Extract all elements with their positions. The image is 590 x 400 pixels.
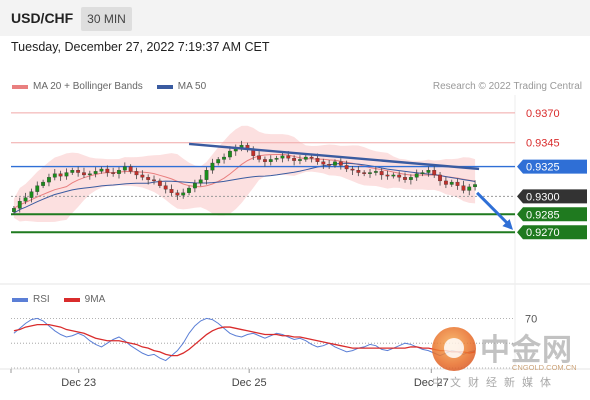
candle-body	[344, 165, 349, 170]
candle-body	[257, 155, 261, 160]
candle-body	[70, 170, 75, 173]
candle-body	[140, 174, 145, 178]
candle-body	[192, 183, 197, 189]
candle-body	[128, 166, 133, 172]
x-tick-label: Dec 23	[61, 377, 96, 389]
candle-body	[117, 170, 121, 174]
watermark-logo-icon	[432, 327, 476, 371]
candle-body	[35, 185, 40, 192]
candle-body	[379, 171, 384, 176]
candle-body	[222, 156, 226, 160]
candle-body	[58, 173, 63, 177]
x-tick-label: Dec 25	[232, 377, 267, 389]
level-tag-3: 0.9300	[517, 189, 587, 204]
candle-body	[268, 159, 273, 162]
candle-body	[239, 144, 244, 148]
candle-body	[111, 172, 116, 174]
candle-body	[198, 179, 203, 184]
candle-body	[292, 158, 297, 161]
candle-body	[321, 161, 326, 165]
candle-body	[467, 186, 472, 191]
level-tag-4: 0.9285	[517, 207, 587, 222]
candle-body	[303, 156, 308, 160]
candle-body	[169, 189, 174, 193]
candle-body	[443, 180, 448, 185]
candle-body	[403, 177, 407, 180]
candle-body	[286, 155, 291, 159]
candle-body	[175, 192, 180, 196]
candle-body	[298, 159, 302, 161]
candle-body	[391, 174, 396, 177]
watermark-subtitle: 中文财经新媒体	[432, 377, 558, 389]
candle-body	[23, 197, 28, 202]
candle-body	[368, 172, 372, 174]
candle-body	[373, 171, 378, 173]
candle-body	[350, 168, 355, 171]
level-tag-2: 0.9325	[517, 159, 587, 174]
level-tag-5: 0.9270	[517, 225, 587, 240]
candle-body	[12, 208, 16, 213]
candle-body	[204, 170, 209, 180]
candle-body	[438, 174, 442, 182]
candle-body	[426, 170, 431, 173]
watermark-url: CNGOLD.COM.CN	[512, 363, 577, 372]
candle-body	[251, 149, 256, 156]
candle-body	[216, 159, 221, 164]
projection-arrow-shaft	[476, 191, 512, 227]
candle-body	[338, 161, 343, 166]
candle-body	[87, 173, 92, 176]
candle-body	[414, 173, 419, 178]
candle-body	[163, 185, 168, 190]
candle-body	[93, 171, 98, 174]
candle-body	[41, 181, 46, 186]
candle-body	[461, 185, 466, 191]
candle-body	[17, 201, 22, 209]
candle-body	[274, 158, 279, 160]
rsi-series-9ma	[13, 323, 476, 357]
candle-body	[455, 181, 460, 186]
watermark-logo: 中金网 CNGOLD.COM.CN 中文财经新媒体	[432, 323, 590, 389]
candle-body	[362, 172, 367, 174]
candle-body	[385, 174, 390, 177]
candle-body	[181, 192, 186, 196]
candle-body	[122, 166, 127, 171]
candle-body	[449, 181, 454, 185]
rsi-series-rsi	[13, 317, 476, 362]
candle-body	[146, 177, 151, 180]
level-tag-label: 0.9270	[526, 227, 560, 239]
candle-body	[263, 159, 267, 162]
candle-body	[29, 191, 34, 198]
candle-body	[397, 174, 402, 178]
candle-body	[52, 173, 57, 178]
candle-body	[105, 168, 110, 173]
candle-body	[228, 150, 232, 158]
candle-body	[157, 180, 162, 186]
candle-body	[327, 164, 332, 166]
candle-body	[134, 171, 139, 176]
level-tag-label: 0.9300	[526, 191, 560, 203]
level-tag-label: 0.9325	[526, 162, 560, 174]
candle-body	[280, 155, 285, 159]
level-tag-1: 0.9345	[526, 138, 560, 150]
candle-body	[420, 172, 425, 174]
candle-body	[210, 162, 215, 171]
candle-body	[432, 170, 437, 176]
candle-body	[64, 172, 69, 177]
candle-body	[408, 177, 413, 180]
candle-body	[333, 161, 337, 166]
candle-body	[99, 168, 104, 172]
candle-body	[76, 170, 81, 173]
level-tag-label: 0.9285	[526, 209, 560, 221]
candle-body	[152, 179, 156, 182]
candle-body	[315, 158, 320, 162]
candle-body	[356, 170, 361, 173]
candle-body	[82, 172, 86, 176]
candle-body	[47, 177, 51, 183]
candle-body	[473, 184, 477, 188]
level-tag-0: 0.9370	[526, 108, 560, 120]
candle-body	[187, 187, 191, 193]
candle-body	[309, 156, 314, 159]
